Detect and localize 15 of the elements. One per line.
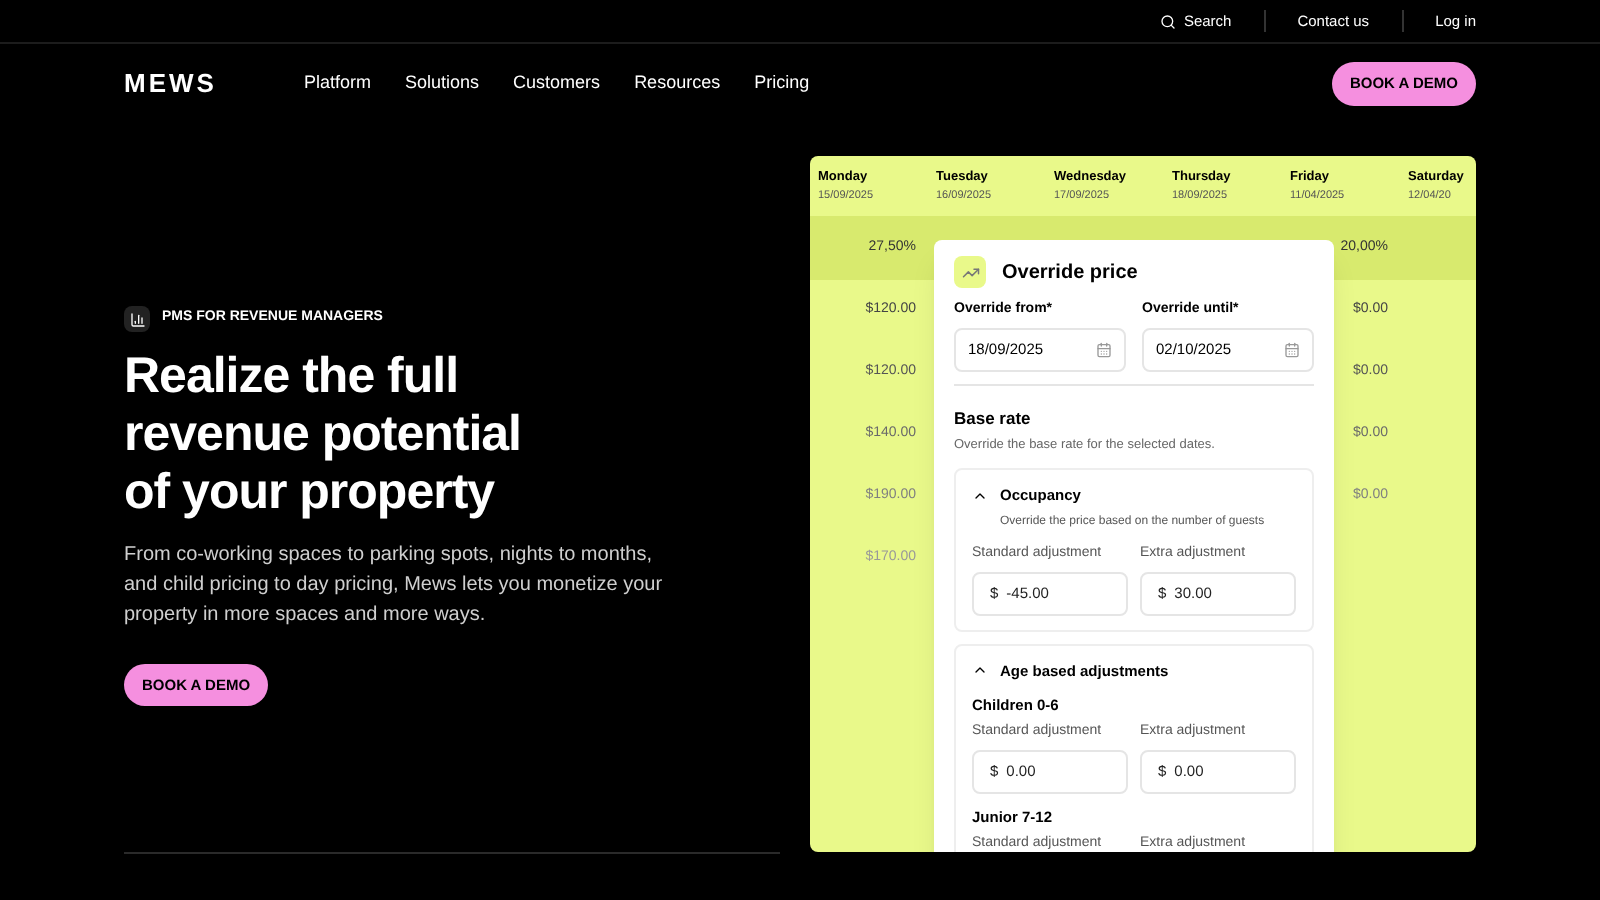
nav-link[interactable]: Solutions [405,70,480,98]
dialog-title: Override price [1002,259,1138,287]
section-title: Base rate [954,405,1033,431]
logo[interactable]: MEWS [124,64,304,104]
calendar-icon [1096,341,1112,357]
chart-icon [124,306,150,332]
nav-link[interactable]: Platform [304,70,372,98]
nav-link[interactable]: Customers [513,70,601,98]
search-icon [1159,13,1176,29]
hero-heading: Realize the full revenue potential of your property [124,348,523,522]
trend-icon [954,256,986,288]
nav-link[interactable]: Resources [634,70,721,98]
calendar-icon [1284,341,1300,357]
hero-description: From co-working spaces to parking spots, nights to months, and child pricing to day pricing, Mews lets you monetize your property in more spaces and more ways. [124,542,665,630]
nav-link[interactable]: Pricing [754,70,810,98]
